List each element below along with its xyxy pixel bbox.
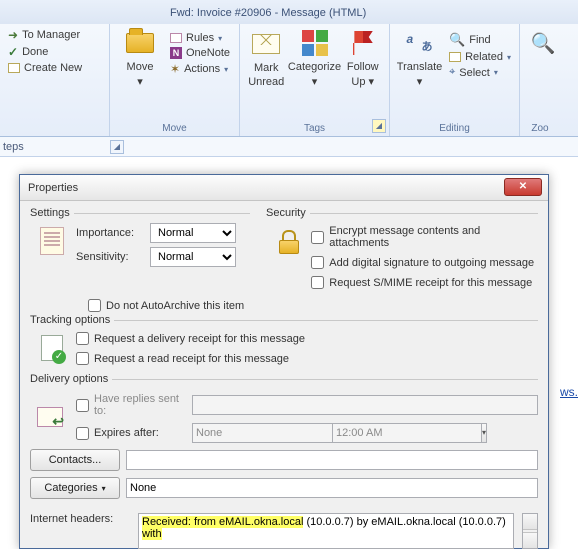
onenote-icon: N	[170, 47, 182, 59]
settings-fieldset: Settings Importance: Normal Sensitivity:…	[30, 207, 250, 291]
properties-dialog: Properties ✕ Settings Importance: Normal…	[19, 174, 549, 549]
delivery-legend: Delivery options	[30, 373, 112, 385]
quicksteps-footer: teps ◢	[0, 137, 578, 157]
expires-time-combo[interactable]: ▾	[332, 423, 462, 443]
mark-unread-button[interactable]: Mark Unread	[246, 27, 287, 88]
group-label-zoom: Zoo	[526, 121, 554, 136]
related-button[interactable]: Related▾	[447, 50, 513, 64]
replies-checkbox-row[interactable]: Have replies sent to:	[76, 393, 186, 417]
group-label-move: Move	[116, 121, 233, 136]
expires-checkbox[interactable]	[76, 427, 89, 440]
importance-label: Importance:	[76, 227, 146, 239]
settings-icon	[36, 225, 68, 257]
security-fieldset: Security Encrypt message contents and at…	[266, 207, 538, 291]
tracking-fieldset: Tracking options Request a delivery rece…	[30, 314, 538, 367]
translate-button[interactable]: Translate ▾	[396, 27, 443, 88]
categorize-button[interactable]: Categorize ▾	[291, 27, 339, 88]
categories-input[interactable]	[126, 478, 538, 498]
replies-checkbox[interactable]	[76, 399, 89, 412]
expires-date-combo[interactable]: ▾	[192, 423, 322, 443]
ribbon-group-tags: Mark Unread Categorize ▾ Follow Up ▾ Tag…	[240, 24, 390, 136]
tracking-icon	[36, 332, 68, 364]
quickstep-create-new[interactable]: Create New	[6, 61, 103, 75]
tracking-legend: Tracking options	[30, 314, 114, 326]
headers-scrollbar[interactable]	[522, 513, 538, 549]
dialog-close-button[interactable]: ✕	[504, 178, 542, 196]
ribbon-group-quicksteps: ➜To Manager ✓Done Create New	[0, 24, 110, 136]
rules-icon	[170, 33, 182, 43]
follow-up-button[interactable]: Follow Up ▾	[343, 27, 384, 88]
select-icon: ⌖	[449, 66, 455, 79]
internet-headers-textarea[interactable]: Received: from eMAIL.okna.local (10.0.0.…	[138, 513, 514, 549]
read-receipt-checkbox[interactable]	[76, 352, 89, 365]
quickstep-done[interactable]: ✓Done	[6, 44, 103, 60]
window-title: Fwd: Invoice #20906 - Message (HTML)	[170, 7, 366, 19]
internet-headers-label: Internet headers:	[30, 513, 130, 525]
new-icon	[8, 63, 20, 73]
settings-legend: Settings	[30, 207, 74, 219]
importance-select[interactable]: Normal	[150, 223, 236, 243]
arrow-icon: ➜	[8, 28, 18, 42]
zoom-button[interactable]: 🔍	[526, 27, 560, 59]
window-title-bar: Fwd: Invoice #20906 - Message (HTML)	[0, 0, 578, 24]
group-label-editing: Editing	[396, 121, 513, 136]
scroll-up-button[interactable]	[523, 514, 537, 530]
dialog-titlebar: Properties ✕	[20, 175, 548, 201]
find-button[interactable]: 🔍Find	[447, 31, 513, 49]
autoarchive-checkbox-row[interactable]: Do not AutoArchive this item	[88, 299, 538, 312]
move-button[interactable]: Move ▾	[116, 27, 164, 88]
contacts-button[interactable]: Contacts...	[30, 449, 120, 471]
ribbon-group-editing: Translate ▾ 🔍Find Related▾ ⌖Select▾ Edit…	[390, 24, 520, 136]
sensitivity-label: Sensitivity:	[76, 251, 146, 263]
flag-icon	[347, 27, 379, 59]
envelope-icon	[250, 28, 282, 60]
delivery-receipt-row[interactable]: Request a delivery receipt for this mess…	[76, 332, 305, 345]
folder-icon	[124, 27, 156, 59]
scroll-down-button[interactable]	[523, 532, 537, 548]
dialog-title: Properties	[28, 182, 78, 194]
sign-checkbox[interactable]	[311, 256, 324, 269]
ribbon-group-move: Move ▾ Rules▾ NOneNote ✶Actions▾ Move	[110, 24, 240, 136]
categories-button[interactable]: Categories▾	[30, 477, 120, 499]
categorize-icon	[299, 27, 331, 59]
link-fragment[interactable]: ws.	[560, 385, 578, 399]
security-legend: Security	[266, 207, 310, 219]
onenote-button[interactable]: NOneNote	[168, 46, 232, 60]
translate-icon	[404, 27, 436, 59]
replies-input[interactable]	[192, 395, 538, 415]
delivery-receipt-checkbox[interactable]	[76, 332, 89, 345]
quicksteps-dialog-launcher[interactable]: ◢	[110, 140, 124, 154]
gear-icon: ✶	[170, 62, 180, 76]
sensitivity-select[interactable]: Normal	[150, 247, 236, 267]
autoarchive-checkbox[interactable]	[88, 299, 101, 312]
delivery-fieldset: Delivery options Have replies sent to: E…	[30, 373, 538, 499]
rules-button[interactable]: Rules▾	[168, 31, 232, 45]
contacts-input[interactable]	[126, 450, 538, 470]
select-button[interactable]: ⌖Select▾	[447, 65, 513, 80]
read-receipt-row[interactable]: Request a read receipt for this message	[76, 352, 305, 365]
chevron-down-icon[interactable]: ▾	[481, 423, 487, 443]
ribbon-group-zoom: 🔍 Zoo	[520, 24, 560, 136]
lock-icon	[272, 225, 303, 257]
related-icon	[449, 52, 461, 62]
encrypt-checkbox[interactable]	[311, 231, 324, 244]
actions-button[interactable]: ✶Actions▾	[168, 61, 232, 77]
check-icon: ✓	[8, 45, 18, 59]
smime-checkbox-row[interactable]: Request S/MIME receipt for this message	[311, 276, 538, 289]
group-label-tags: Tags	[246, 121, 383, 136]
ribbon: ➜To Manager ✓Done Create New Move ▾ Rule…	[0, 24, 578, 137]
sign-checkbox-row[interactable]: Add digital signature to outgoing messag…	[311, 256, 538, 269]
tags-dialog-launcher[interactable]: ◢	[372, 119, 386, 133]
chevron-down-icon: ▾	[137, 75, 143, 88]
find-icon: 🔍	[449, 32, 465, 48]
expires-checkbox-row[interactable]: Expires after:	[76, 427, 186, 440]
smime-checkbox[interactable]	[311, 276, 324, 289]
quickstep-to-manager[interactable]: ➜To Manager	[6, 27, 103, 43]
headers-highlight: Received: from eMAIL.okna.local	[142, 516, 303, 528]
delivery-icon	[34, 401, 66, 433]
encrypt-checkbox-row[interactable]: Encrypt message contents and attachments	[311, 225, 538, 249]
zoom-icon: 🔍	[527, 27, 559, 59]
